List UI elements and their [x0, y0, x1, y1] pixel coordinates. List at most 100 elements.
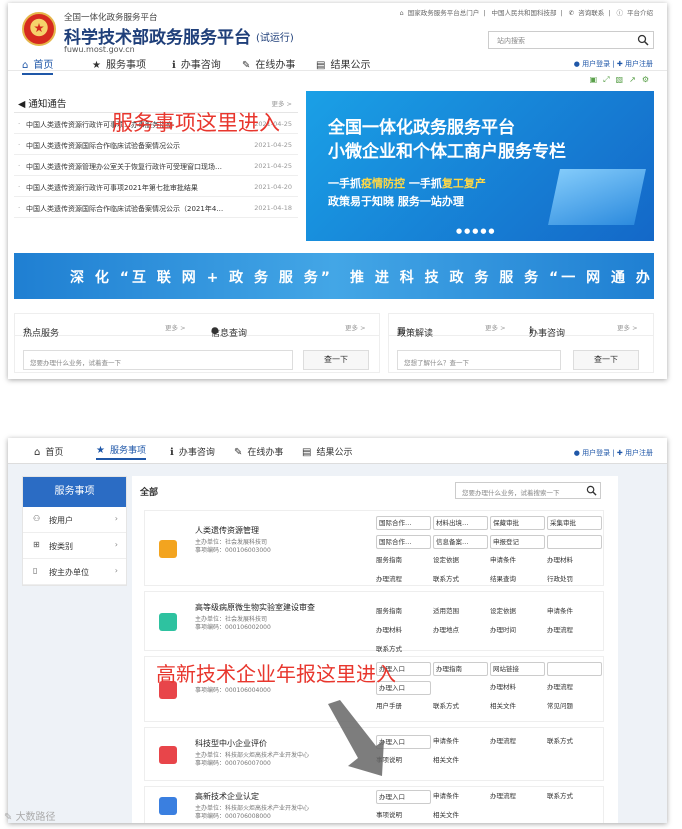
search-input[interactable]: 站内搜索	[497, 36, 525, 46]
top-link-portal[interactable]: 国家政务服务平台总门户	[408, 9, 480, 17]
service-action[interactable]: 相关文件	[433, 809, 488, 823]
register-link[interactable]: 用户注册	[625, 449, 653, 457]
service-action[interactable]: 办理流程	[547, 681, 602, 695]
service-action[interactable]: 申请条件	[433, 790, 488, 804]
consult-more[interactable]: 更多 >	[617, 322, 638, 332]
service-action[interactable]: 办理材料	[490, 681, 545, 695]
policy-more[interactable]: 更多 >	[485, 322, 506, 332]
top-link-most[interactable]: 中国人民共和国科技部	[491, 9, 556, 17]
policy-search-button[interactable]: 查一下	[573, 350, 639, 370]
service-item-name[interactable]: 高新技术企业认定	[195, 791, 259, 802]
service-item-icon	[159, 540, 177, 558]
service-action[interactable]: 适用范围	[433, 605, 488, 619]
service-action[interactable]: 服务指南	[376, 605, 431, 619]
nav-service-items[interactable]: ★ 服务事项	[96, 443, 146, 460]
service-action[interactable]: 网站链接	[490, 662, 545, 676]
service-action[interactable]: 信息备案…	[433, 535, 488, 549]
service-action[interactable]: 办理材料	[376, 624, 431, 638]
service-action[interactable]: 联系方式	[547, 735, 602, 749]
service-action[interactable]: 行政处罚	[547, 573, 602, 587]
info-query-more[interactable]: 更多 >	[345, 322, 366, 332]
login-link[interactable]: 用户登录	[582, 449, 610, 457]
service-action[interactable]: 办理材料	[547, 554, 602, 568]
service-action[interactable]: 联系方式	[376, 643, 431, 657]
search-icon[interactable]	[586, 485, 597, 496]
service-action[interactable]: 办理流程	[376, 573, 431, 587]
service-action[interactable]: 申请条件	[547, 605, 602, 619]
service-action[interactable]: 办理地点	[433, 624, 488, 638]
service-search-input[interactable]: 您要办理什么业务，试着查一下	[23, 350, 293, 370]
service-action[interactable]: 保藏审批	[490, 516, 545, 530]
header: 全国一体化政务服务平台 科学技术部政务服务平台 (试运行) fuwu.most.…	[8, 3, 667, 75]
watermark: ✎ 大数路径	[4, 812, 56, 823]
notice-row[interactable]: · 中国人类遗传资源国际合作临床试验备案情况公示（2021年4… 2021-04-1…	[14, 197, 298, 218]
service-action[interactable]: 设定依据	[490, 605, 545, 619]
top-link-intro[interactable]: 平台介绍	[627, 9, 653, 17]
sidebar-item-by-unit[interactable]: ▯ 按主办单位 ›	[23, 559, 126, 585]
service-action[interactable]: 采集审批	[547, 516, 602, 530]
sidebar-item-by-user[interactable]: ⚇ 按用户 ›	[23, 507, 126, 533]
document-icon: ▤	[302, 447, 312, 458]
service-action[interactable]: 办理流程	[490, 735, 545, 749]
nav-consult[interactable]: ℹ 办事咨询	[172, 56, 221, 71]
chevron-right-icon: ›	[114, 540, 118, 549]
service-action[interactable]: 办理入口	[376, 790, 431, 804]
site-search[interactable]: 站内搜索	[488, 31, 654, 49]
service-action[interactable]: 常见问题	[547, 700, 602, 714]
service-action[interactable]: 相关文件	[490, 700, 545, 714]
service-action[interactable]: 联系方式	[547, 790, 602, 804]
service-item-name[interactable]: 高等级病原微生物实验室建设审查	[195, 602, 315, 613]
service-search[interactable]: 您要办理什么业务，试着搜索一下	[455, 482, 601, 499]
service-action[interactable]: 相关文件	[433, 754, 488, 768]
nav-online[interactable]: ✎ 在线办事	[242, 56, 295, 71]
carousel-dots[interactable]: ●●●●●	[456, 227, 497, 235]
service-action[interactable]: 申报登记	[490, 535, 545, 549]
sidebar-item-by-category[interactable]: ⊞ 按类别 ›	[23, 533, 126, 559]
service-action	[433, 681, 488, 695]
service-action[interactable]: 办理时间	[490, 624, 545, 638]
service-action[interactable]: 国际合作…	[376, 516, 431, 530]
service-action[interactable]: 联系方式	[433, 700, 488, 714]
policy-search-input[interactable]: 您想了解什么？查一下	[397, 350, 561, 370]
policy-panel: ▥ 政策解读 更多 > ℹ 办事咨询 更多 > 您想了解什么？查一下 查一下	[388, 313, 654, 373]
nav-consult[interactable]: ℹ 办事咨询	[170, 445, 215, 458]
service-action[interactable]: 办理流程	[547, 624, 602, 638]
service-action[interactable]: 国际合作…	[376, 535, 431, 549]
chevron-right-icon: ›	[114, 514, 118, 523]
nav-home[interactable]: ⌂ 首页	[22, 56, 54, 75]
hot-service-more[interactable]: 更多 >	[165, 322, 186, 332]
service-action[interactable]: 联系方式	[433, 573, 488, 587]
service-action[interactable]: 申请条件	[433, 735, 488, 749]
service-item-name[interactable]: 科技型中小企业评价	[195, 738, 267, 749]
login-link[interactable]: 用户登录	[582, 60, 610, 68]
nav-service-items[interactable]: ★ 服务事项	[92, 56, 146, 71]
service-item-name[interactable]: 人类遗传资源管理	[195, 525, 259, 536]
top-link-contact[interactable]: 咨询联系	[578, 9, 604, 17]
banner-line3: 一手抓疫情防控 一手抓复工复产	[328, 177, 486, 190]
promo-banner[interactable]: 全国一体化政务服务平台 小微企业和个体工商户服务专栏 一手抓疫情防控 一手抓复工…	[306, 91, 654, 241]
nav-home[interactable]: ⌂ 首页	[34, 445, 63, 458]
service-action[interactable]: 申请条件	[490, 554, 545, 568]
nav-online[interactable]: ✎ 在线办事	[234, 445, 283, 458]
accessibility-tools[interactable]: ▣⤢▧↗⚙	[590, 75, 655, 85]
nav-results[interactable]: ▤ 结果公示	[316, 56, 370, 71]
service-action[interactable]: 事项说明	[376, 809, 431, 823]
filter-all[interactable]: 全部	[140, 485, 158, 498]
notice-row[interactable]: · 中国人类遗传资源行政许可事项2021年第七批审批结果 2021-04-20	[14, 176, 298, 197]
search-icon[interactable]	[637, 34, 649, 46]
service-search-button[interactable]: 查一下	[303, 350, 369, 370]
service-action[interactable]: 办理指南	[433, 662, 488, 676]
service-search-input[interactable]: 您要办理什么业务，试着搜索一下	[462, 487, 560, 497]
banner-line4: 政策易于知晓 服务一站办理	[328, 195, 464, 208]
notice-row[interactable]: · 中国人类遗传资源管理办公室关于恢复行政许可受理窗口现场… 2021-04-25	[14, 155, 298, 176]
nav-results[interactable]: ▤ 结果公示	[302, 445, 352, 458]
info-icon: ℹ	[170, 447, 174, 458]
megaphone-icon: ◀	[18, 99, 29, 110]
service-action[interactable]: 办理流程	[490, 790, 545, 804]
service-action[interactable]: 服务指南	[376, 554, 431, 568]
notice-row[interactable]: · 中国人类遗传资源国际合作临床试验备案情况公示 2021-04-25	[14, 134, 298, 155]
service-action[interactable]: 设定依据	[433, 554, 488, 568]
service-action[interactable]: 材料出境…	[433, 516, 488, 530]
service-action[interactable]: 结果查询	[490, 573, 545, 587]
register-link[interactable]: 用户注册	[625, 60, 653, 68]
